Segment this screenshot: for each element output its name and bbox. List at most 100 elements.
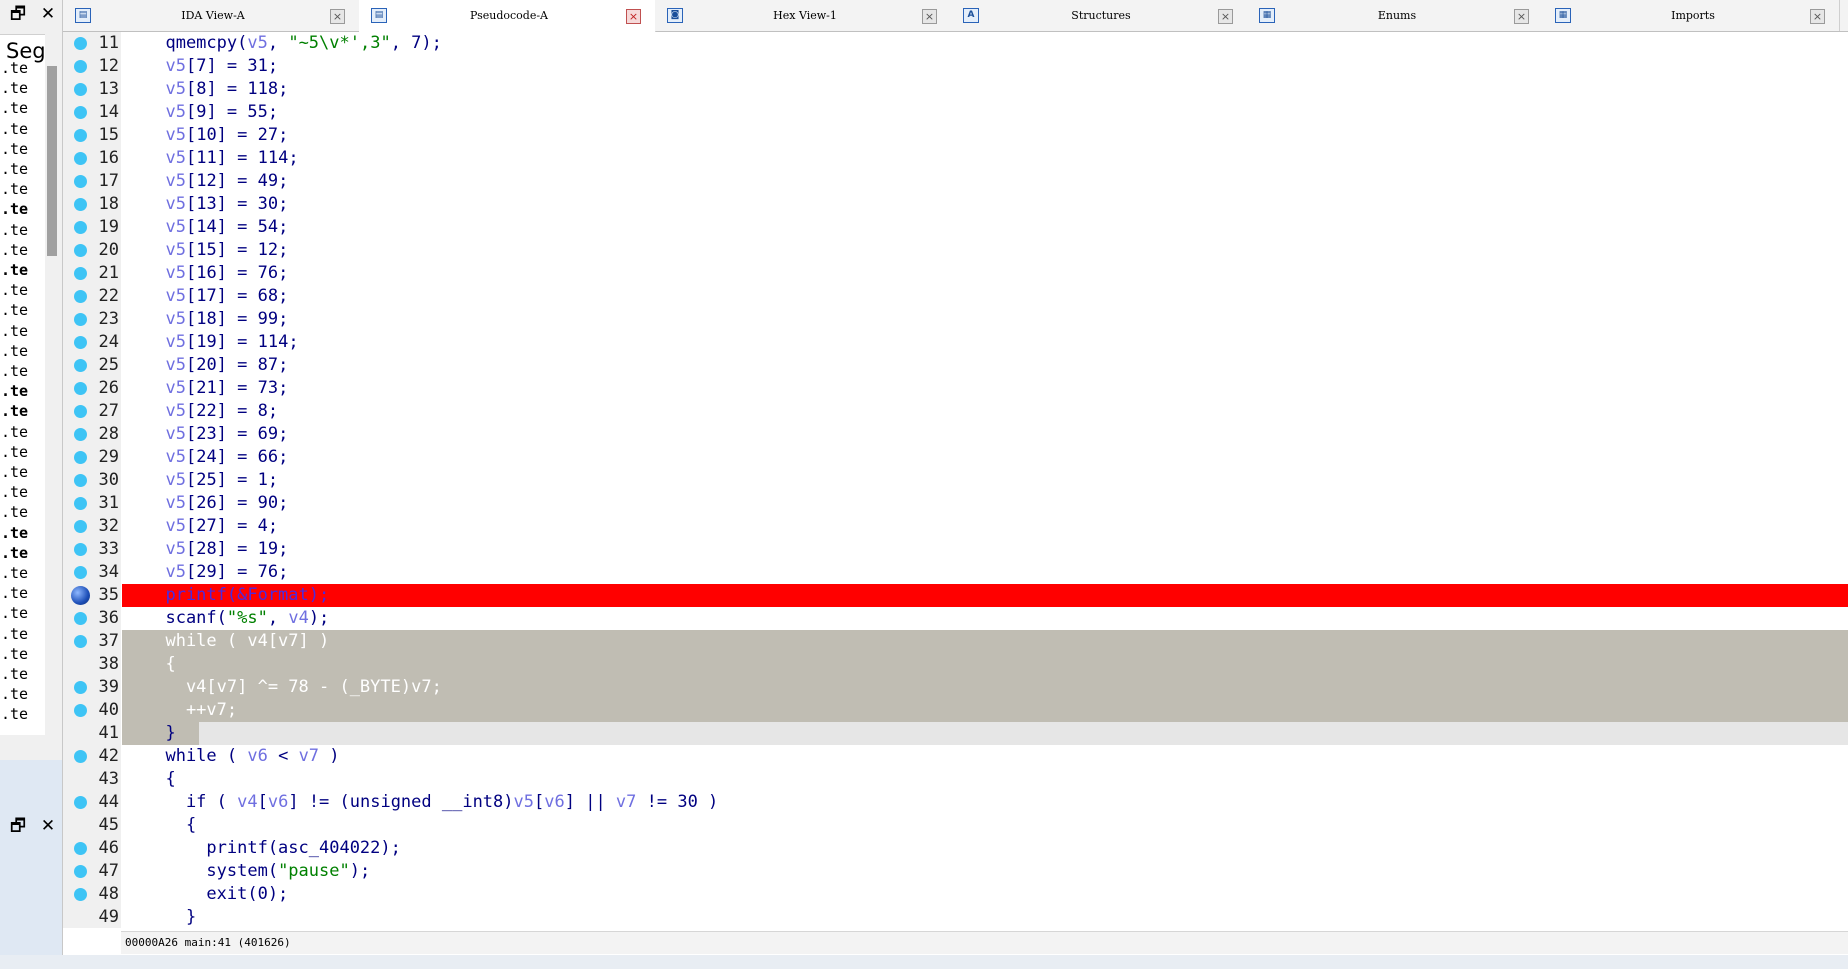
code-line[interactable]: 19 v5[14] = 54; (63, 216, 1848, 239)
segment-row[interactable]: .te (1, 281, 43, 299)
segments-scrollbar-thumb[interactable] (47, 66, 57, 256)
tab-imports[interactable]: ▦ Imports × (1543, 0, 1840, 31)
line-marker-dot-icon[interactable] (74, 888, 87, 901)
close-panel-icon[interactable]: ✕ (37, 814, 59, 838)
line-marker-dot-icon[interactable] (74, 83, 87, 96)
code-line[interactable]: 32 v5[27] = 4; (63, 515, 1848, 538)
code-line[interactable]: 28 v5[23] = 69; (63, 423, 1848, 446)
restore-window-icon[interactable]: 🗗 (7, 814, 29, 838)
pseudocode-view[interactable]: 11 qmemcpy(v5, "~5\v*',3", 7); 12 v5[7] =… (63, 32, 1848, 928)
segment-row[interactable]: .te (1, 645, 43, 663)
code-text[interactable]: if ( v4[v6] != (unsigned __int8)v5[v6] |… (145, 791, 718, 814)
code-line[interactable]: 22 v5[17] = 68; (63, 285, 1848, 308)
line-marker-dot-icon[interactable] (74, 129, 87, 142)
line-marker-dot-icon[interactable] (74, 175, 87, 188)
code-text[interactable]: { (145, 814, 196, 837)
line-marker-dot-icon[interactable] (74, 244, 87, 257)
segment-row[interactable]: .te (1, 544, 43, 562)
code-line[interactable]: 15 v5[10] = 27; (63, 124, 1848, 147)
code-text[interactable]: v5[15] = 12; (145, 239, 288, 262)
close-tab-icon[interactable]: × (1514, 9, 1529, 24)
code-line[interactable]: 13 v5[8] = 118; (63, 78, 1848, 101)
line-marker-dot-icon[interactable] (74, 382, 87, 395)
code-text[interactable]: v5[27] = 4; (145, 515, 278, 538)
segment-row[interactable]: .te (1, 59, 43, 77)
code-text[interactable]: printf(asc_404022); (145, 837, 400, 860)
close-tab-icon[interactable]: × (626, 9, 641, 24)
segment-row[interactable]: .te (1, 584, 43, 602)
code-line[interactable]: 34 v5[29] = 76; (63, 561, 1848, 584)
close-panel-icon[interactable]: ✕ (37, 2, 59, 26)
code-line[interactable]: 39 v4[v7] ^= 78 - (_BYTE)v7; (63, 676, 1848, 699)
code-text[interactable]: scanf("%s", v4); (145, 607, 329, 630)
line-marker-dot-icon[interactable] (74, 497, 87, 510)
line-marker-dot-icon[interactable] (74, 405, 87, 418)
code-line[interactable]: 41 } (63, 722, 1848, 745)
line-marker-dot-icon[interactable] (74, 681, 87, 694)
line-marker-dot-icon[interactable] (74, 865, 87, 878)
code-text[interactable]: system("pause"); (145, 860, 370, 883)
segment-row[interactable]: .te (1, 564, 43, 582)
code-text[interactable]: exit(0); (145, 883, 288, 906)
segment-row[interactable]: .te (1, 524, 43, 542)
line-marker-dot-icon[interactable] (74, 267, 87, 280)
line-marker-dot-icon[interactable] (74, 428, 87, 441)
code-text[interactable]: ++v7; (145, 699, 237, 722)
segment-row[interactable]: .te (1, 322, 43, 340)
code-text[interactable]: printf(&Format); (145, 584, 329, 607)
code-line[interactable]: 49 } (63, 906, 1848, 929)
close-tab-icon[interactable]: × (922, 9, 937, 24)
line-marker-dot-icon[interactable] (74, 451, 87, 464)
close-tab-icon[interactable]: × (1218, 9, 1233, 24)
segment-row[interactable]: .te (1, 625, 43, 643)
code-text[interactable]: v5[19] = 114; (145, 331, 298, 354)
segment-row[interactable]: .te (1, 342, 43, 360)
segment-row[interactable]: .te (1, 423, 43, 441)
line-marker-dot-icon[interactable] (74, 635, 87, 648)
code-line[interactable]: 21 v5[16] = 76; (63, 262, 1848, 285)
code-line[interactable]: 18 v5[13] = 30; (63, 193, 1848, 216)
line-marker-dot-icon[interactable] (74, 796, 87, 809)
code-line[interactable]: 43 { (63, 768, 1848, 791)
line-marker-dot-icon[interactable] (74, 704, 87, 717)
code-text[interactable]: } (145, 722, 175, 745)
segment-row[interactable]: .te (1, 382, 43, 400)
code-text[interactable]: v5[17] = 68; (145, 285, 288, 308)
segment-row[interactable]: .te (1, 685, 43, 703)
segments-scrollbar[interactable] (45, 34, 60, 734)
code-line[interactable]: 36 scanf("%s", v4); (63, 607, 1848, 630)
segment-row[interactable]: .te (1, 99, 43, 117)
code-line[interactable]: 38 { (63, 653, 1848, 676)
code-line[interactable]: 40 ++v7; (63, 699, 1848, 722)
segment-row[interactable]: .te (1, 241, 43, 259)
segment-row[interactable]: .te (1, 665, 43, 683)
restore-window-icon[interactable]: 🗗 (7, 2, 29, 26)
tab-hex-view-1[interactable]: ◙ Hex View-1 × (655, 0, 952, 31)
code-line[interactable]: 26 v5[21] = 73; (63, 377, 1848, 400)
segment-row[interactable]: .te (1, 463, 43, 481)
close-tab-icon[interactable]: × (1810, 9, 1825, 24)
line-marker-dot-icon[interactable] (74, 543, 87, 556)
tab-structures[interactable]: A Structures × (951, 0, 1248, 31)
line-marker-dot-icon[interactable] (74, 221, 87, 234)
code-text[interactable]: v5[28] = 19; (145, 538, 288, 561)
code-text[interactable]: v5[22] = 8; (145, 400, 278, 423)
code-text[interactable]: v5[25] = 1; (145, 469, 278, 492)
line-marker-dot-icon[interactable] (74, 474, 87, 487)
code-text[interactable]: v5[13] = 30; (145, 193, 288, 216)
line-marker-dot-icon[interactable] (74, 60, 87, 73)
code-text[interactable]: v5[8] = 118; (145, 78, 288, 101)
code-text[interactable]: v5[11] = 114; (145, 147, 298, 170)
code-line[interactable]: 46 printf(asc_404022); (63, 837, 1848, 860)
code-line[interactable]: 42 while ( v6 < v7 ) (63, 745, 1848, 768)
code-text[interactable]: } (145, 906, 196, 929)
segment-row[interactable]: .te (1, 120, 43, 138)
code-text[interactable]: v5[12] = 49; (145, 170, 288, 193)
line-marker-dot-icon[interactable] (74, 750, 87, 763)
code-line[interactable]: 47 system("pause"); (63, 860, 1848, 883)
line-marker-dot-icon[interactable] (74, 359, 87, 372)
segment-row[interactable]: .te (1, 301, 43, 319)
segment-row[interactable]: .te (1, 200, 43, 218)
code-line[interactable]: 25 v5[20] = 87; (63, 354, 1848, 377)
tab-ida-view-a[interactable]: ▤ IDA View-A × (63, 0, 360, 31)
